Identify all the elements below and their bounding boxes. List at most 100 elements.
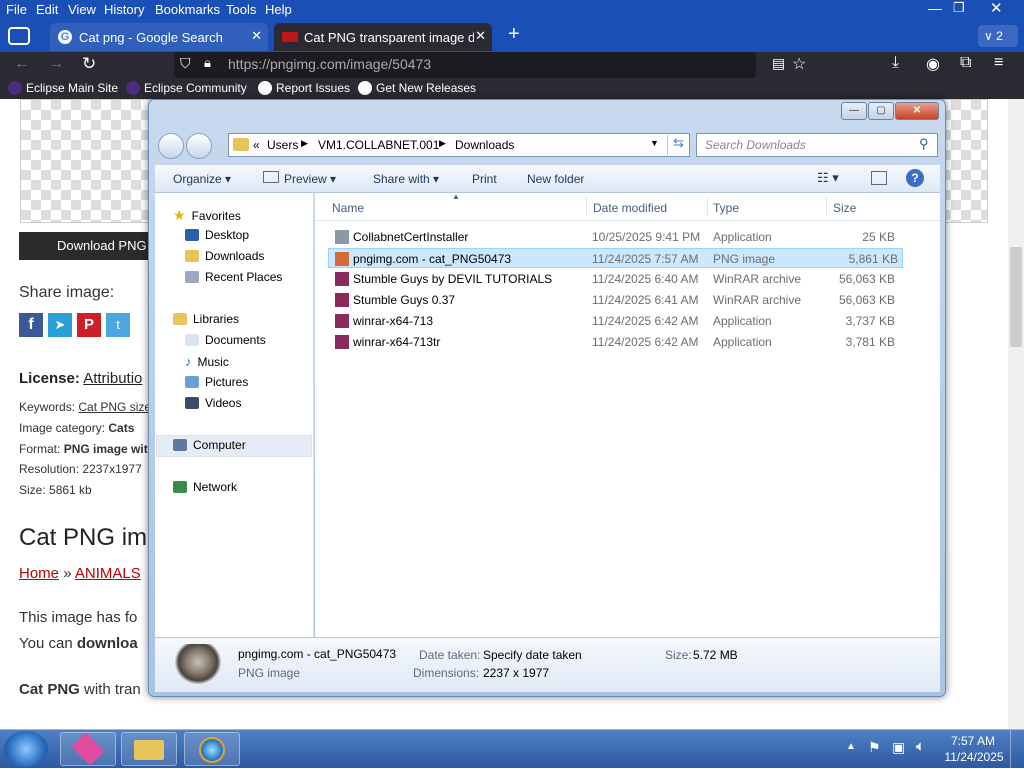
forward-icon[interactable]: → bbox=[48, 55, 64, 73]
page-scrollbar[interactable] bbox=[1008, 99, 1024, 729]
file-row[interactable]: Stumble Guys 0.37 11/24/2025 6:41 AM WinRA… bbox=[315, 290, 935, 310]
search-icon[interactable]: ⚲ bbox=[919, 136, 929, 152]
tab-list-icon[interactable] bbox=[8, 27, 30, 45]
column-divider[interactable] bbox=[707, 197, 708, 217]
bookmark-report-issues[interactable]: Report Issues bbox=[258, 81, 350, 95]
lock-icon[interactable]: 🔒︎ bbox=[204, 55, 211, 71]
reader-view-icon[interactable]: ▤ bbox=[772, 55, 785, 72]
scrollbar-thumb[interactable] bbox=[1010, 247, 1022, 347]
close-icon[interactable]: ✕ bbox=[895, 102, 939, 120]
taskbar-app-1[interactable] bbox=[60, 732, 116, 766]
nav-network[interactable]: Network bbox=[173, 480, 237, 494]
new-folder-button[interactable]: New folder bbox=[527, 172, 584, 186]
nav-recent-places[interactable]: Recent Places bbox=[185, 270, 282, 284]
menu-edit[interactable]: Edit bbox=[36, 2, 58, 17]
menu-bookmarks[interactable]: Bookmarks bbox=[155, 2, 220, 17]
menu-help[interactable]: Help bbox=[265, 2, 292, 17]
chevron-down-icon[interactable]: ▼ bbox=[650, 138, 659, 148]
path-users[interactable]: Users bbox=[267, 138, 298, 152]
column-name[interactable]: Name bbox=[332, 201, 364, 215]
close-tab-icon[interactable]: ✕ bbox=[475, 28, 486, 44]
address-bar[interactable]: « Users ▶ VM1.COLLABNET.001 ▶ Downloads … bbox=[228, 133, 690, 157]
bookmark-eclipse-community[interactable]: Eclipse Community bbox=[126, 81, 247, 95]
close-icon[interactable]: ✕ bbox=[990, 0, 1003, 17]
print-button[interactable]: Print bbox=[472, 172, 497, 186]
keywords-link[interactable]: Cat PNG size bbox=[78, 400, 151, 414]
twitter-icon[interactable]: t bbox=[106, 313, 130, 337]
organize-button[interactable]: Organize ▾ bbox=[173, 172, 231, 186]
tab-pngimg[interactable]: Cat PNG transparent image dov ✕ bbox=[274, 23, 492, 51]
search-box[interactable]: Search Downloads ⚲ bbox=[696, 133, 938, 157]
pinterest-icon[interactable]: P bbox=[77, 313, 101, 337]
extensions-icon[interactable]: ⧉ bbox=[960, 54, 971, 72]
volume-icon[interactable]: 🔈︎ bbox=[916, 738, 925, 755]
file-row[interactable]: winrar-x64-713 11/24/2025 6:42 AM Applicat… bbox=[315, 311, 935, 331]
new-tab-icon[interactable]: + bbox=[508, 23, 520, 46]
file-row[interactable]: CollabnetCertInstaller 10/25/2025 9:41 PM… bbox=[315, 227, 935, 247]
account-icon[interactable]: ◉ bbox=[926, 54, 940, 74]
column-size[interactable]: Size bbox=[833, 201, 856, 215]
column-divider[interactable] bbox=[826, 197, 827, 217]
license-link[interactable]: Attributio bbox=[83, 370, 142, 387]
bookmark-new-releases[interactable]: Get New Releases bbox=[358, 81, 476, 95]
maximize-icon[interactable]: ▢ bbox=[868, 102, 894, 120]
breadcrumb-home[interactable]: Home bbox=[19, 565, 59, 582]
nav-downloads[interactable]: Downloads bbox=[185, 249, 264, 263]
path-downloads[interactable]: Downloads bbox=[455, 138, 514, 152]
nav-videos[interactable]: Videos bbox=[185, 396, 241, 410]
file-row[interactable]: winrar-x64-713tr 11/24/2025 6:42 AM Applic… bbox=[315, 332, 935, 352]
nav-pictures[interactable]: Pictures bbox=[185, 375, 248, 389]
path-vm1[interactable]: VM1.COLLABNET.001 bbox=[318, 138, 439, 152]
minimize-icon[interactable]: — bbox=[928, 0, 942, 16]
chevron-right-icon[interactable]: ▶ bbox=[301, 138, 308, 149]
preview-pane-icon[interactable] bbox=[871, 171, 887, 185]
minimize-icon[interactable]: — bbox=[841, 102, 867, 120]
tab-overflow-button[interactable]: ∨ 2 bbox=[978, 25, 1018, 47]
downloads-icon[interactable]: ⤓ bbox=[892, 54, 899, 72]
menu-icon[interactable]: ≡ bbox=[994, 54, 1003, 72]
nav-computer[interactable]: Computer bbox=[173, 438, 246, 452]
forward-button[interactable] bbox=[186, 133, 212, 159]
taskbar-browser[interactable] bbox=[184, 732, 240, 766]
back-icon[interactable]: ← bbox=[14, 55, 30, 73]
view-options-icon[interactable]: ☷ ▾ bbox=[817, 170, 839, 186]
menu-tools[interactable]: Tools bbox=[226, 2, 256, 17]
help-icon[interactable]: ? bbox=[906, 169, 924, 187]
restore-icon[interactable]: ❐ bbox=[953, 0, 965, 16]
menu-history[interactable]: History bbox=[104, 2, 144, 17]
clock-date[interactable]: 11/24/2025 bbox=[942, 750, 1006, 764]
nav-libraries[interactable]: Libraries bbox=[173, 312, 239, 326]
taskbar-explorer[interactable] bbox=[121, 732, 177, 766]
menu-view[interactable]: View bbox=[68, 2, 96, 17]
reload-icon[interactable]: ↻ bbox=[82, 54, 96, 74]
path-overflow[interactable]: « bbox=[253, 138, 260, 152]
column-type[interactable]: Type bbox=[713, 201, 739, 215]
telegram-icon[interactable]: ➤ bbox=[48, 313, 72, 337]
share-with-button[interactable]: Share with ▾ bbox=[373, 172, 439, 186]
close-tab-icon[interactable]: ✕ bbox=[251, 28, 262, 44]
shield-icon[interactable]: ⛉ bbox=[180, 55, 191, 72]
facebook-icon[interactable]: f bbox=[19, 313, 43, 337]
chevron-right-icon[interactable]: ▶ bbox=[439, 138, 446, 149]
start-button[interactable] bbox=[4, 731, 48, 767]
clock-time[interactable]: 7:57 AM bbox=[950, 734, 996, 748]
nav-desktop[interactable]: Desktop bbox=[185, 228, 249, 242]
network-icon[interactable]: ▣ bbox=[892, 739, 905, 756]
preview-button[interactable]: Preview ▾ bbox=[284, 172, 336, 186]
nav-favorites[interactable]: ★ Favorites bbox=[173, 207, 241, 224]
back-button[interactable] bbox=[158, 133, 184, 159]
column-date-modified[interactable]: Date modified bbox=[593, 201, 667, 215]
bookmark-star-icon[interactable]: ☆ bbox=[792, 54, 806, 74]
refresh-icon[interactable]: ⇆ bbox=[667, 135, 689, 155]
bookmark-eclipse-main[interactable]: Eclipse Main Site bbox=[8, 81, 118, 95]
tab-google[interactable]: G Cat png - Google Search ✕ bbox=[50, 23, 268, 51]
details-date-value[interactable]: Specify date taken bbox=[483, 648, 582, 662]
breadcrumb-animals[interactable]: ANIMALS bbox=[75, 565, 141, 582]
nav-documents[interactable]: Documents bbox=[185, 333, 266, 347]
action-center-icon[interactable]: ⚑ bbox=[868, 739, 881, 756]
nav-music[interactable]: ♪ Music bbox=[185, 354, 229, 369]
file-row[interactable]: Stumble Guys by DEVIL TUTORIALS 11/24/202… bbox=[315, 269, 935, 289]
column-divider[interactable] bbox=[586, 197, 587, 217]
file-row[interactable]: pngimg.com - cat_PNG50473 11/24/2025 7:57… bbox=[328, 248, 903, 268]
show-hidden-icons[interactable]: ▲ bbox=[846, 741, 856, 752]
